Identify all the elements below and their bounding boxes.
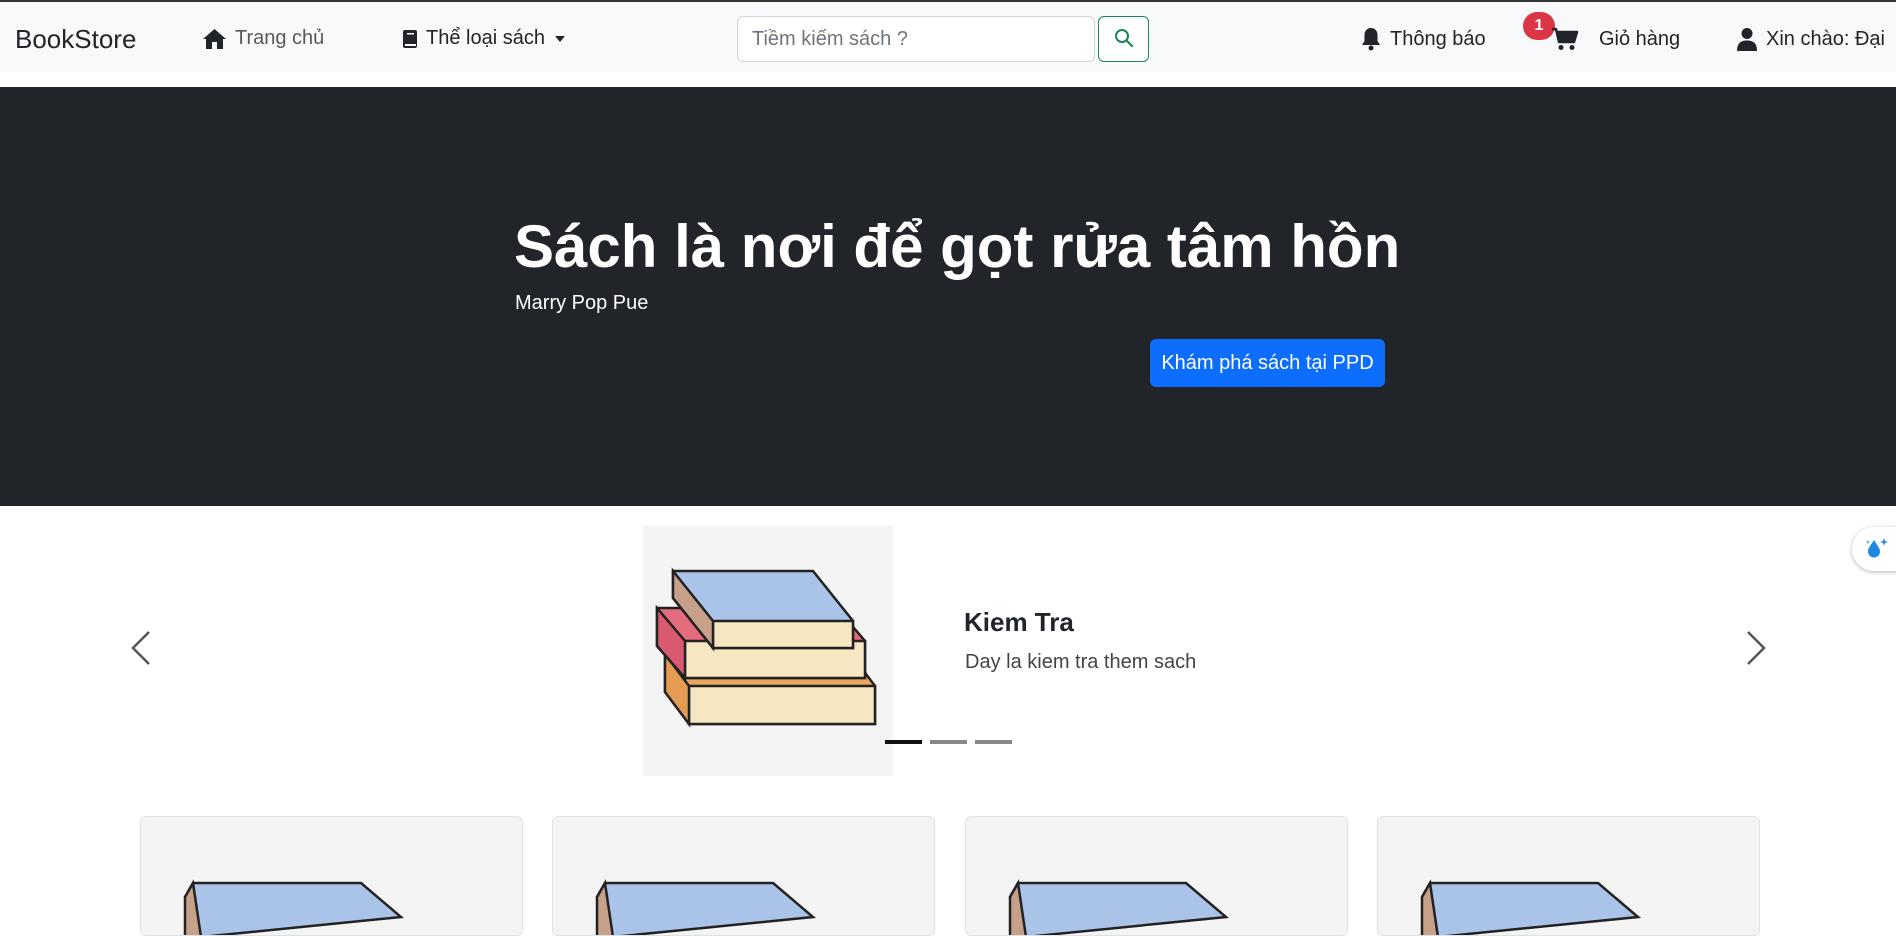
nav-user-greeting: Xin chào: Đại [1766,27,1885,50]
book-card-image [1008,879,1230,935]
book-card-image [1420,879,1642,935]
user-icon [1736,27,1758,51]
brand-logo[interactable]: BookStore [15,24,136,55]
hero-subtitle: Marry Pop Pue [515,292,649,314]
carousel-next-button[interactable] [1740,626,1772,674]
nav-cart-link[interactable]: Giỏ hàng [1551,27,1680,51]
search-button[interactable] [1098,16,1149,62]
nav-categories-dropdown[interactable]: Thể loại sách [402,27,565,50]
book-carousel: Kiem Tra Day la kiem tra them sach [0,506,1896,786]
carousel-caption-title: Kiem Tra [964,607,1074,637]
carousel-caption-text: Day la kiem tra them sach [965,651,1197,673]
nav-user-link[interactable]: Xin chào: Đại [1736,27,1885,51]
nav-notifications-label: Thông báo [1390,27,1486,50]
chevron-right-icon [1745,630,1767,671]
book-card-image [183,879,405,935]
carousel-indicator-1[interactable] [885,740,922,744]
caret-down-icon [554,35,565,42]
book-card-image [595,879,817,935]
book-icon [402,29,418,49]
nav-notifications-link[interactable]: Thông báo [1360,27,1486,51]
explore-books-button[interactable]: Khám phá sách tại PPD [1150,339,1385,387]
carousel-indicator-3[interactable] [975,740,1012,744]
search-input[interactable] [737,16,1095,62]
nav-cart-label: Giỏ hàng [1599,27,1681,50]
cart-icon [1551,27,1579,51]
bell-icon [1360,27,1382,51]
book-card[interactable] [552,816,935,936]
nav-categories-label: Thể loại sách [426,27,545,49]
hero-banner: Sách là nơi để gọt rửa tâm hồn Marry Pop… [0,87,1896,571]
search-form [737,16,1149,62]
nav-home-link[interactable]: Trang chủ [202,27,324,50]
home-icon [202,28,227,50]
carousel-prev-button[interactable] [125,626,157,674]
carousel-indicators [885,740,1012,744]
hero-title: Sách là nơi để gọt rửa tâm hồn [514,213,1401,280]
chevron-left-icon [130,630,152,671]
navbar: BookStore Trang chủ Thể loại sách Thông … [0,0,1896,72]
carousel-book-image [643,526,893,776]
nav-home-label: Trang chủ [235,27,325,49]
book-card[interactable] [140,816,523,936]
book-card[interactable] [1377,816,1760,936]
book-card[interactable] [965,816,1348,936]
search-icon [1114,28,1134,51]
carousel-indicator-2[interactable] [930,740,967,744]
